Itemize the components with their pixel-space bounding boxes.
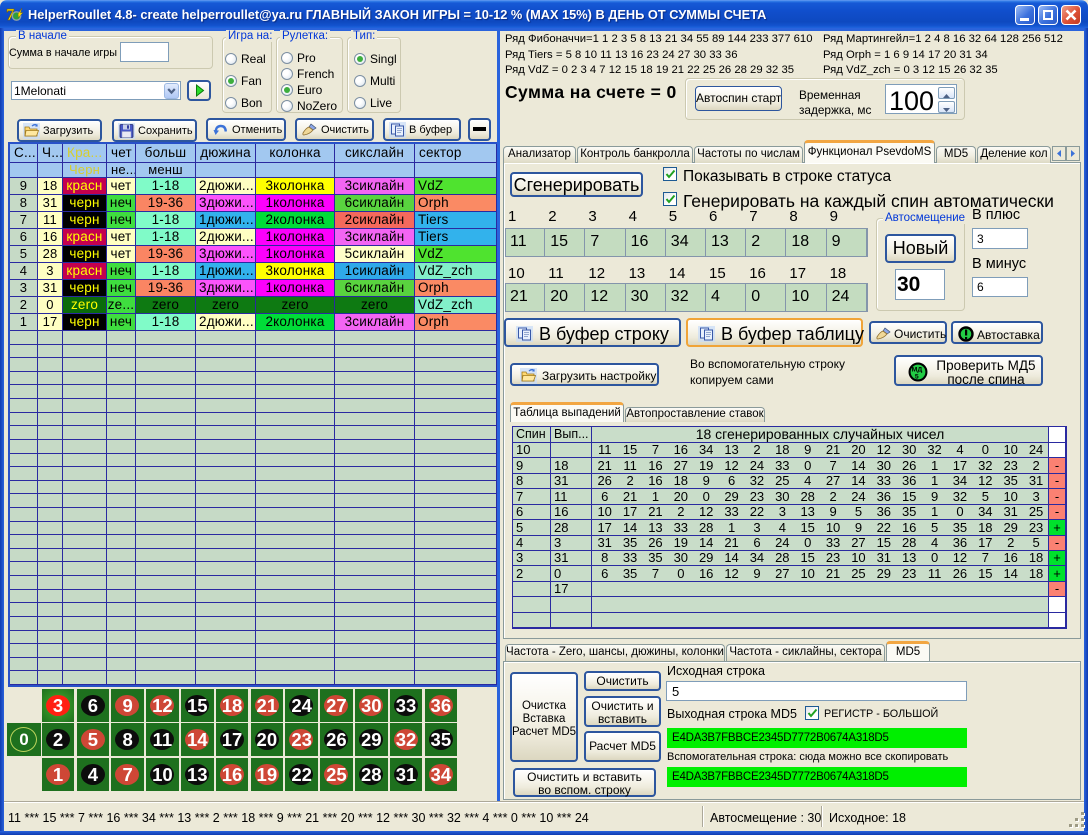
svg-text:5: 5 bbox=[915, 373, 919, 380]
